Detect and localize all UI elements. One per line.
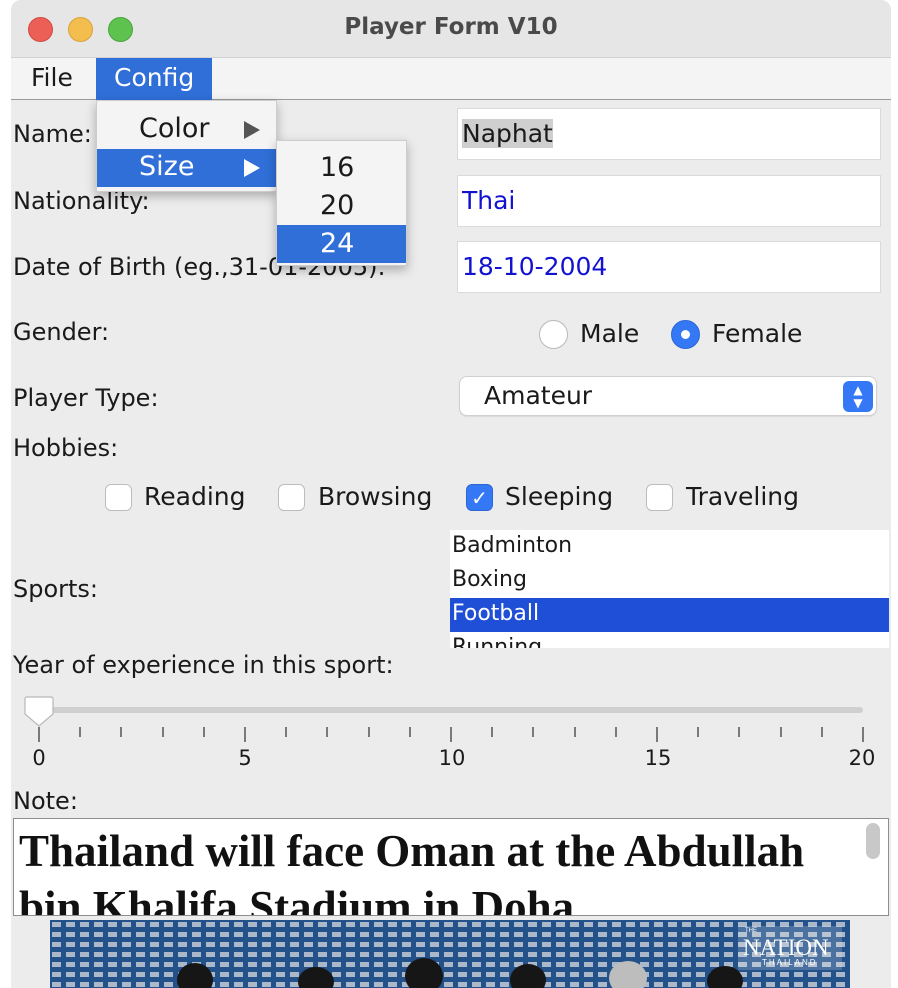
size-option-24-label: 24 bbox=[320, 228, 355, 259]
menu-item-color[interactable]: Color bbox=[97, 111, 276, 149]
hobby-traveling-checkbox[interactable] bbox=[646, 484, 673, 511]
triangle-right-icon bbox=[244, 121, 260, 139]
note-textarea[interactable]: Thailand will face Oman at the Abdullah … bbox=[13, 818, 889, 916]
slider-tick bbox=[697, 727, 700, 737]
slider-tick-label: 20 bbox=[848, 746, 876, 770]
note-scrollbar[interactable] bbox=[866, 823, 880, 859]
sports-list[interactable]: Badminton Boxing Football Running bbox=[450, 530, 889, 648]
slider-tick bbox=[285, 727, 288, 737]
hobbies-label: Hobbies: bbox=[13, 434, 119, 462]
slider-tick bbox=[614, 727, 617, 737]
watermark-top: THE bbox=[745, 928, 757, 934]
slider-tick bbox=[491, 727, 494, 737]
size-option-16-label: 16 bbox=[320, 152, 355, 183]
experience-slider-track[interactable] bbox=[31, 707, 863, 713]
dob-value: 18-10-2004 bbox=[462, 252, 608, 281]
hobby-sleeping-label: Sleeping bbox=[505, 482, 614, 511]
slider-tick bbox=[573, 727, 576, 737]
slider-tick bbox=[38, 727, 40, 742]
triangle-right-icon bbox=[244, 159, 260, 177]
hobby-reading-label: Reading bbox=[144, 482, 246, 511]
gender-male-label: Male bbox=[580, 319, 640, 348]
hobby-browsing-checkbox[interactable] bbox=[278, 484, 305, 511]
menu-item-size-label: Size bbox=[139, 151, 195, 182]
slider-tick bbox=[532, 727, 535, 737]
experience-label: Year of experience in this sport: bbox=[13, 651, 394, 679]
menu-item-size[interactable]: Size bbox=[97, 149, 276, 187]
slider-tick bbox=[79, 727, 82, 737]
title-bar: Player Form V10 bbox=[11, 0, 891, 58]
size-option-20[interactable]: 20 bbox=[277, 187, 406, 225]
player-type-select[interactable]: Amateur ▲ ▼ bbox=[459, 376, 877, 416]
slider-tick bbox=[656, 727, 658, 742]
slider-tick bbox=[326, 727, 329, 737]
slider-tick bbox=[820, 727, 823, 737]
menu-file[interactable]: File bbox=[13, 58, 91, 100]
watermark-main: NATION bbox=[743, 935, 829, 960]
hobby-browsing-label: Browsing bbox=[318, 482, 433, 511]
gender-female-radio[interactable] bbox=[671, 320, 700, 349]
hobby-reading-checkbox[interactable] bbox=[105, 484, 132, 511]
player-form-window: Player Form V10 File Config Name: Naphat… bbox=[11, 0, 891, 988]
player-type-label: Player Type: bbox=[13, 384, 159, 412]
name-value: Naphat bbox=[462, 119, 553, 148]
watermark-sub: THAILAND bbox=[762, 958, 818, 967]
slider-tick-label: 15 bbox=[644, 746, 672, 770]
slider-tick bbox=[738, 727, 741, 737]
note-text: Thailand will face Oman at the Abdullah … bbox=[19, 826, 805, 916]
up-down-chevron-icon: ▲ ▼ bbox=[843, 381, 873, 412]
gender-female-label: Female bbox=[712, 319, 803, 348]
gender-male-radio[interactable] bbox=[539, 320, 568, 349]
size-option-24[interactable]: 24 bbox=[277, 225, 406, 263]
name-field[interactable]: Naphat bbox=[457, 108, 881, 160]
menu-item-color-label: Color bbox=[139, 113, 210, 144]
list-item[interactable]: Football bbox=[450, 598, 889, 632]
slider-tick-label: 10 bbox=[438, 746, 466, 770]
slider-tick bbox=[244, 727, 246, 742]
checkmark-icon: ✓ bbox=[471, 486, 488, 510]
note-label: Note: bbox=[13, 787, 78, 815]
slider-tick-label: 5 bbox=[238, 746, 252, 770]
slider-tick-label: 0 bbox=[32, 746, 46, 770]
name-label: Name: bbox=[13, 120, 92, 148]
dob-field[interactable]: 18-10-2004 bbox=[457, 241, 881, 293]
hobby-sleeping-checkbox[interactable]: ✓ bbox=[466, 484, 493, 511]
menu-bar: File Config bbox=[11, 58, 891, 100]
config-dropdown-menu: Color Size bbox=[96, 100, 277, 192]
window-title: Player Form V10 bbox=[344, 14, 558, 40]
list-item[interactable]: Badminton bbox=[450, 530, 889, 564]
size-option-16[interactable]: 16 bbox=[277, 149, 406, 187]
player-type-value: Amateur bbox=[484, 381, 593, 410]
news-photo: THE NATION THAILAND bbox=[50, 920, 850, 988]
slider-tick bbox=[161, 727, 164, 737]
size-option-20-label: 20 bbox=[320, 190, 355, 221]
slider-tick bbox=[367, 727, 370, 737]
slider-tick bbox=[779, 727, 782, 737]
slider-tick bbox=[450, 727, 452, 742]
slider-tick bbox=[202, 727, 205, 737]
hobby-traveling-label: Traveling bbox=[686, 482, 799, 511]
menu-config[interactable]: Config bbox=[96, 58, 213, 100]
list-item[interactable]: Boxing bbox=[450, 564, 889, 598]
nationality-value: Thai bbox=[462, 186, 516, 215]
slider-tick bbox=[120, 727, 123, 737]
slider-tick bbox=[408, 727, 411, 737]
nationality-field[interactable]: Thai bbox=[457, 175, 881, 227]
experience-slider-thumb[interactable] bbox=[24, 695, 54, 727]
gender-label: Gender: bbox=[13, 318, 110, 346]
list-item[interactable]: Running bbox=[450, 632, 889, 648]
sports-label: Sports: bbox=[13, 575, 99, 603]
slider-tick bbox=[862, 727, 864, 742]
size-submenu: 16 20 24 bbox=[276, 140, 407, 266]
